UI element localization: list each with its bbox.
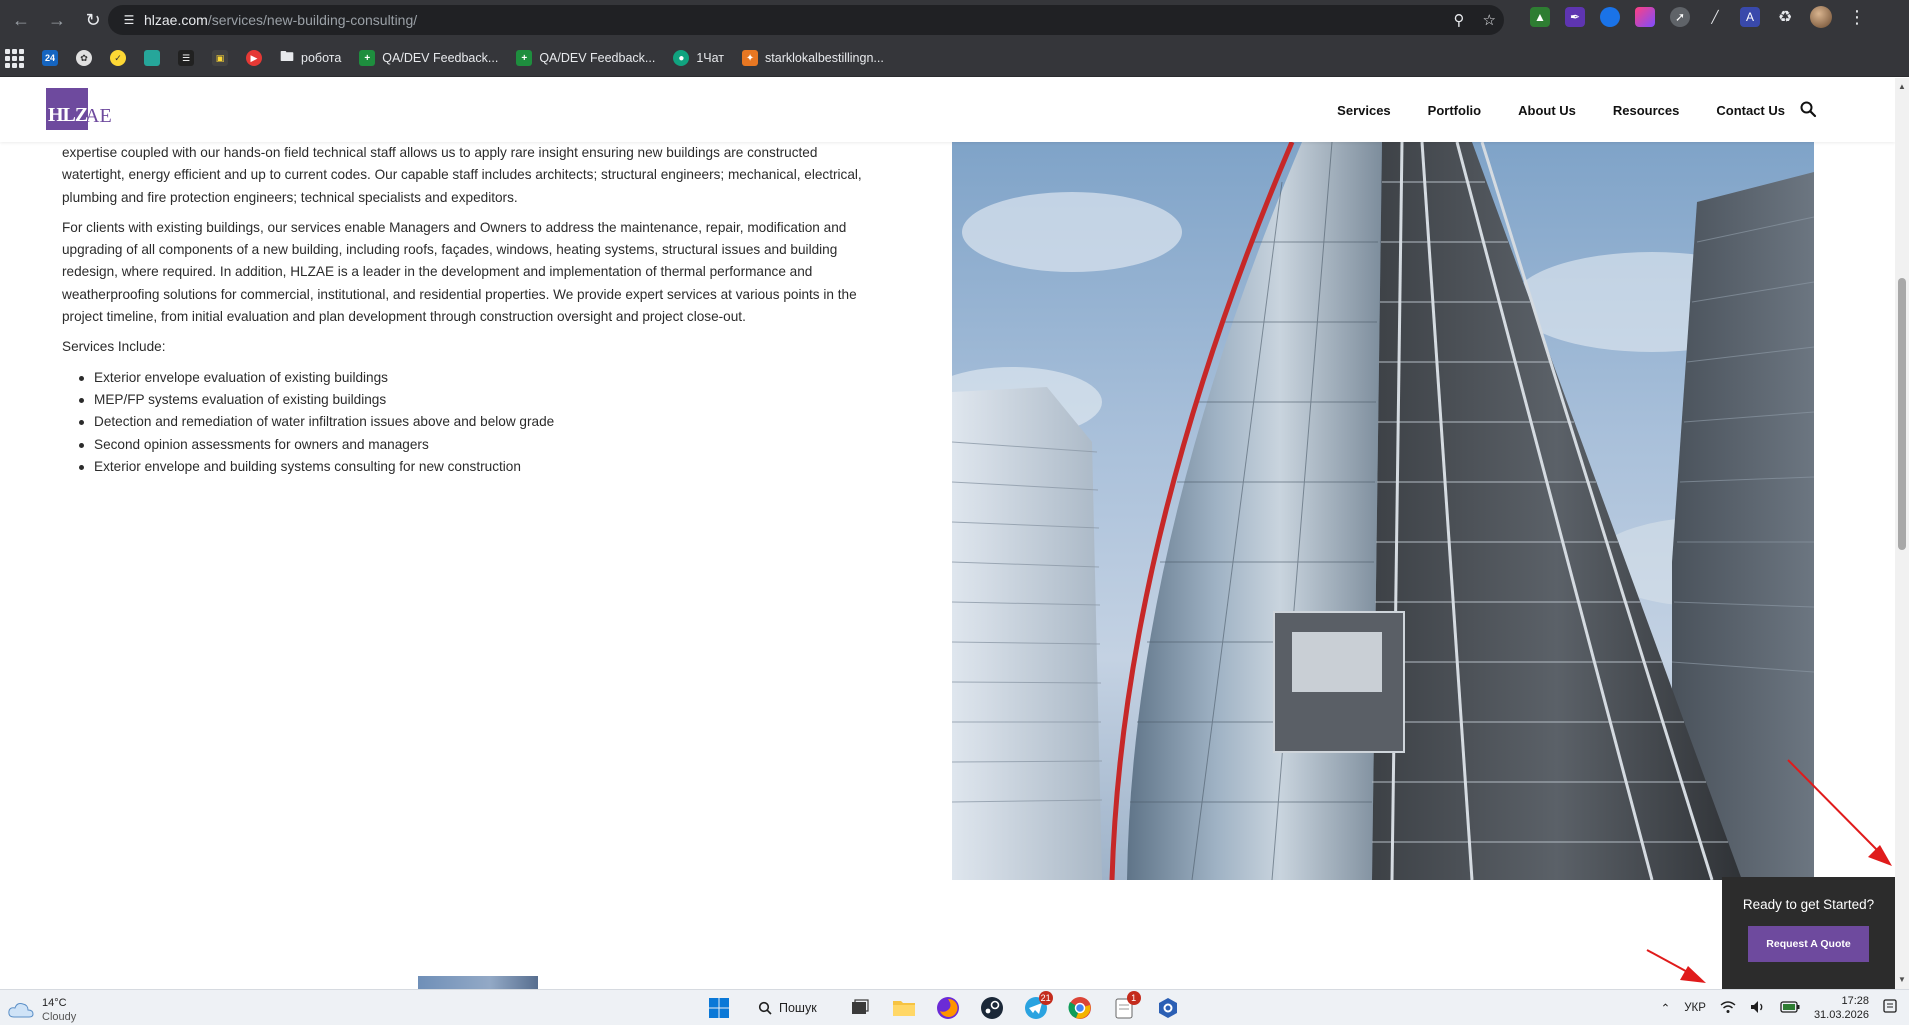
- chrome-icon[interactable]: [1065, 993, 1095, 1023]
- list-item: Detection and remediation of water infil…: [62, 411, 922, 433]
- intro-paragraph: expertise coupled with our hands-on fiel…: [62, 145, 862, 205]
- site-logo[interactable]: HLZ AE: [46, 88, 112, 130]
- orange-app-icon: ✦: [742, 50, 759, 66]
- profile-avatar[interactable]: [1810, 6, 1832, 28]
- bookmark-yellow-icon[interactable]: ✓: [110, 50, 126, 66]
- back-button[interactable]: ←: [6, 5, 36, 35]
- page-viewport: HLZ AE Services Portfolio About Us Resou…: [0, 78, 1895, 989]
- bookmark-youtube-icon[interactable]: ▶: [246, 50, 262, 66]
- bookmark-chat[interactable]: ● 1Чат: [673, 50, 724, 66]
- browser-toolbar: ← → ↻ ☰ hlzae.com/services/new-building-…: [0, 0, 1909, 40]
- bookmark-stark[interactable]: ✦ starklokalbestillingn...: [742, 50, 884, 66]
- shield-extension-icon[interactable]: ▲: [1530, 7, 1550, 27]
- zoom-icon[interactable]: ⚲: [1454, 11, 1465, 29]
- nav-contact-us[interactable]: Contact Us: [1716, 103, 1785, 118]
- chevron-up-icon[interactable]: ⌃: [1661, 1001, 1671, 1015]
- request-quote-button[interactable]: Request A Quote: [1748, 926, 1869, 962]
- bookmark-clapper-icon[interactable]: ☰: [178, 50, 194, 66]
- language-indicator[interactable]: УКР: [1684, 1002, 1706, 1014]
- list-item: Exterior envelope evaluation of existing…: [62, 367, 922, 389]
- scroll-down-arrow-icon[interactable]: ▼: [1895, 973, 1909, 987]
- apps-grid-icon[interactable]: [4, 48, 24, 68]
- sheets-icon: +: [359, 50, 376, 66]
- steam-icon[interactable]: [977, 993, 1007, 1023]
- task-view-icon[interactable]: [845, 993, 875, 1023]
- wifi-icon[interactable]: [1720, 1000, 1736, 1017]
- page-scrollbar[interactable]: ▲ ▼: [1895, 78, 1909, 989]
- browser-menu-icon[interactable]: ⋮: [1847, 7, 1867, 28]
- weather-widget[interactable]: 14°C Cloudy: [8, 996, 76, 1024]
- bookmark-folder-robota[interactable]: 🖿 робота: [280, 46, 341, 70]
- taskbar-search[interactable]: Пошук: [748, 993, 831, 1023]
- quote-title: Ready to get Started?: [1742, 897, 1875, 912]
- volume-icon[interactable]: [1750, 1000, 1766, 1017]
- quote-panel: Ready to get Started? Request A Quote: [1722, 877, 1895, 989]
- site-header: HLZ AE Services Portfolio About Us Resou…: [0, 78, 1895, 142]
- folder-icon: 🖿: [280, 48, 294, 64]
- bookmark-folder-teal-icon[interactable]: [144, 50, 160, 66]
- url-path: /services/new-building-consulting/: [207, 12, 418, 28]
- firefox-icon[interactable]: [933, 993, 963, 1023]
- site-settings-icon[interactable]: ☰: [114, 13, 144, 27]
- nav-resources[interactable]: Resources: [1613, 103, 1679, 118]
- windows-taskbar: 14°C Cloudy Пошук 21 1 ⌃ УКР 17:28 31.03…: [0, 989, 1909, 1025]
- taskbar-apps: Пошук 21 1: [704, 991, 1183, 1023]
- service-description: expertise coupled with our hands-on fiel…: [62, 142, 922, 478]
- bookmarks-bar: 24 ✿ ✓ ☰ ▣ ▶ 🖿 робота + QA/DEV Feedback.…: [0, 40, 1909, 77]
- existing-buildings-paragraph: For clients with existing buildings, our…: [62, 219, 857, 325]
- services-list: Exterior envelope evaluation of existing…: [62, 367, 922, 478]
- file-explorer-icon[interactable]: [889, 993, 919, 1023]
- list-item: Exterior envelope and building systems c…: [62, 456, 922, 478]
- reload-button[interactable]: ↻: [78, 5, 108, 35]
- sheets-icon: +: [516, 50, 533, 66]
- wand-extension-icon[interactable]: ╱: [1705, 7, 1725, 27]
- bookmark-openai-icon[interactable]: ✿: [76, 50, 92, 66]
- url-host: hlzae.com: [144, 12, 208, 28]
- clock[interactable]: 17:28 31.03.2026: [1814, 994, 1869, 1022]
- scroll-thumb[interactable]: [1898, 278, 1906, 550]
- notes-badge: 1: [1126, 991, 1141, 1005]
- list-item: Second opinion assessments for owners an…: [62, 434, 922, 456]
- bookmark-qa-dev-1[interactable]: + QA/DEV Feedback...: [359, 50, 498, 66]
- forward-button[interactable]: →: [42, 5, 72, 35]
- translate-extension-icon[interactable]: A: [1740, 7, 1760, 27]
- chat-icon: ●: [673, 50, 690, 66]
- settings-hex-icon[interactable]: [1153, 993, 1183, 1023]
- puzzle-extensions-icon[interactable]: ♻: [1775, 7, 1795, 27]
- services-heading: Services Include:: [62, 339, 166, 355]
- pen-extension-icon[interactable]: ✒: [1565, 7, 1585, 27]
- address-bar[interactable]: ☰ hlzae.com/services/new-building-consul…: [108, 5, 1504, 35]
- bookmark-dark-icon[interactable]: ▣: [212, 50, 228, 66]
- list-item: MEP/FP systems evaluation of existing bu…: [62, 389, 922, 411]
- bookmark-star-icon[interactable]: ☆: [1483, 11, 1496, 29]
- scroll-up-arrow-icon[interactable]: ▲: [1895, 80, 1909, 94]
- blue-dot-extension-icon[interactable]: [1600, 7, 1620, 27]
- main-nav: Services Portfolio About Us Resources Co…: [1337, 78, 1785, 142]
- bookmark-24-icon[interactable]: 24: [42, 50, 58, 66]
- system-tray: ⌃ УКР 17:28 31.03.2026: [1661, 994, 1897, 1022]
- extensions-bar: ▲ ✒ ➚ ╱ A ♻ ⋮: [1530, 6, 1867, 28]
- related-thumbnail[interactable]: [418, 976, 538, 989]
- bookmark-qa-dev-2[interactable]: + QA/DEV Feedback...: [516, 50, 655, 66]
- windows-start-icon[interactable]: [704, 993, 734, 1023]
- notes-app-icon[interactable]: 1: [1109, 991, 1141, 1023]
- telegram-icon[interactable]: 21: [1021, 991, 1053, 1023]
- notifications-icon[interactable]: [1883, 998, 1897, 1018]
- telegram-unread-badge: 21: [1038, 991, 1053, 1005]
- cloud-icon: [8, 1003, 34, 1018]
- search-icon: [758, 1001, 772, 1015]
- skyscraper-illustration: [952, 142, 1814, 880]
- battery-icon[interactable]: [1780, 1000, 1800, 1016]
- color-extension-icon[interactable]: [1635, 7, 1655, 27]
- compass-extension-icon[interactable]: ➚: [1670, 7, 1690, 27]
- skyscraper-photo: [952, 142, 1814, 880]
- nav-about-us[interactable]: About Us: [1518, 103, 1576, 118]
- search-icon[interactable]: [1799, 100, 1817, 118]
- nav-portfolio[interactable]: Portfolio: [1428, 103, 1481, 118]
- nav-services[interactable]: Services: [1337, 103, 1391, 118]
